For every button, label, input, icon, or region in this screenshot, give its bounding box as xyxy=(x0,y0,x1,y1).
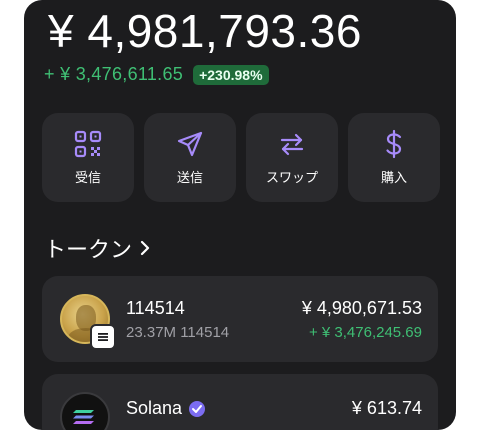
swap-button[interactable]: スワップ xyxy=(246,113,338,202)
token-value: ¥ 4,980,671.53 xyxy=(301,298,422,318)
tokens-section-header[interactable]: トークン xyxy=(44,232,152,264)
solana-chain-icon xyxy=(90,324,116,350)
receive-button[interactable]: 受信 xyxy=(42,113,134,202)
qr-code-icon xyxy=(74,130,102,158)
token-row-solana[interactable]: Solana ¥ 613.74 xyxy=(42,374,438,430)
send-icon xyxy=(177,131,203,157)
swap-label: スワップ xyxy=(265,170,318,185)
token-value: ¥ 613.74 xyxy=(351,398,422,418)
balance-change-percent-badge: +230.98% xyxy=(193,64,269,85)
tokens-section-title: トークン xyxy=(44,237,133,262)
action-buttons: 受信 送信 スワップ 購入 xyxy=(42,113,440,202)
token-row-114514[interactable]: 114514 23.37M 114514 ¥ 4,980,671.53 + ¥ … xyxy=(42,276,438,362)
token-name: Solana xyxy=(126,398,183,418)
balance-change-row: + ¥ 3,476,611.65 +230.98% xyxy=(44,64,269,85)
token-amount: 23.37M 114514 xyxy=(126,324,230,341)
token-name: 114514 xyxy=(126,298,185,318)
buy-button[interactable]: 購入 xyxy=(348,113,440,202)
solana-logo-icon xyxy=(60,392,110,430)
swap-icon xyxy=(280,133,304,156)
send-label: 送信 xyxy=(176,170,203,185)
receive-label: 受信 xyxy=(74,170,101,185)
token-change: + ¥ 3,476,245.69 xyxy=(308,324,422,341)
verified-badge-icon xyxy=(189,400,206,417)
token-name-wrap: Solana xyxy=(126,398,206,419)
balance-change-amount: + ¥ 3,476,611.65 xyxy=(44,64,184,84)
wallet-panel: ¥ 4,981,793.36 + ¥ 3,476,611.65 +230.98%… xyxy=(24,0,456,430)
send-button[interactable]: 送信 xyxy=(144,113,236,202)
total-balance: ¥ 4,981,793.36 xyxy=(48,5,362,57)
buy-label: 購入 xyxy=(380,170,407,185)
chevron-right-icon xyxy=(140,240,150,256)
dollar-icon xyxy=(386,129,402,159)
